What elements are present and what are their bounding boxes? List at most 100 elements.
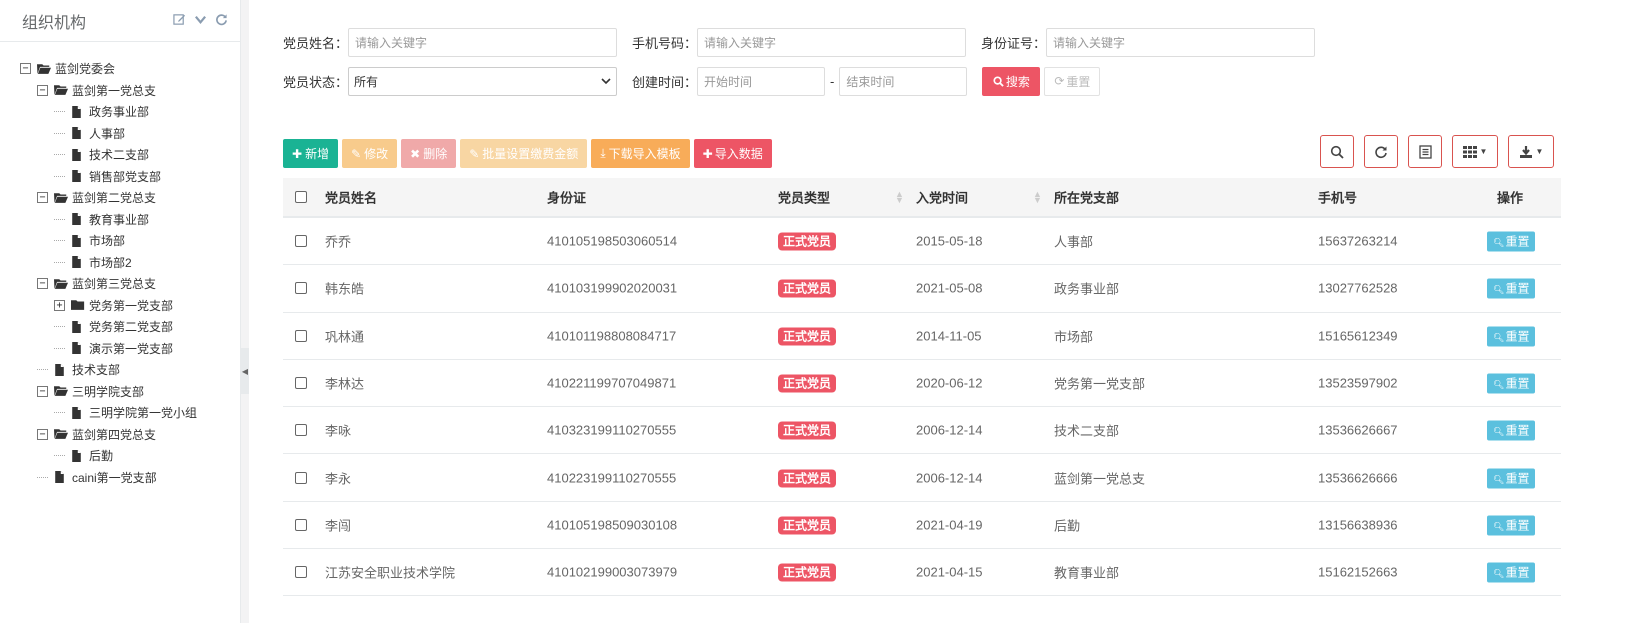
table-row[interactable]: 韩东皓 410103199902020031 正式党员 2021-05-08 政务事业部… xyxy=(283,265,1561,313)
cell-branch-text: 蓝剑第一党总支 xyxy=(1054,471,1146,487)
edit-icon[interactable] xyxy=(173,13,186,29)
table-row[interactable]: 李咏 410323199110270555 正式党员 2006-12-14 技术二支部 1… xyxy=(283,407,1561,455)
reset-password-button[interactable]: 🔍︎重置 xyxy=(1487,326,1536,347)
row-checkbox[interactable] xyxy=(295,471,307,484)
expand-toggle-icon[interactable]: + xyxy=(54,299,65,311)
cell-id-text: 410323199110270555 xyxy=(547,422,677,438)
tree-node[interactable]: − 三明学院支部 xyxy=(20,381,240,403)
phone-input[interactable]: 请输入关键字 xyxy=(697,27,967,57)
row-checkbox[interactable] xyxy=(295,377,307,390)
list-icon xyxy=(1418,144,1432,159)
download-template-button[interactable]: ⤓ 下载导入模板 xyxy=(591,139,690,168)
header-phone[interactable]: 手机号 xyxy=(1318,188,1357,207)
reset-password-button-text: 重置 xyxy=(1505,565,1530,580)
tree-node[interactable]: 市场部2 xyxy=(20,252,240,274)
sidebar-collapse-handle[interactable]: ◀ xyxy=(241,348,249,394)
tree-node[interactable]: − 蓝剑第三党总支 xyxy=(20,273,240,295)
tree-node[interactable]: 销售部党支部 xyxy=(20,166,240,188)
tree-node[interactable]: − 蓝剑第二党总支 xyxy=(20,187,240,209)
reset-password-button[interactable]: 🔍︎重置 xyxy=(1487,515,1536,536)
collapse-toggle-icon[interactable]: − xyxy=(37,278,48,290)
reset-password-button[interactable]: 🔍︎重置 xyxy=(1487,278,1536,299)
row-checkbox[interactable] xyxy=(295,235,307,248)
cell-branch: 技术二支部 xyxy=(1054,421,1119,440)
sort-icon[interactable]: ▲ ▼ xyxy=(895,190,904,205)
header-branch[interactable]: 所在党支部 xyxy=(1054,188,1119,207)
table-row[interactable]: 江苏安全职业技术学院 410102199003073979 正式党员 2021-04-… xyxy=(283,549,1561,597)
import-button[interactable]: ✚ 导入数据 xyxy=(693,139,772,168)
table-refresh-button[interactable] xyxy=(1364,135,1398,168)
status-label: 党员状态： xyxy=(283,74,349,90)
cell-id-text: 410103199902020031 xyxy=(547,280,678,296)
tree-node[interactable]: 三明学院第一党小组 xyxy=(20,402,240,424)
columns-dropdown-button[interactable]: ▼ xyxy=(1452,135,1498,168)
close-icon: ✖ xyxy=(410,146,421,161)
tree-node[interactable]: 教育事业部 xyxy=(20,209,240,231)
header-name[interactable]: 党员姓名 xyxy=(325,188,377,207)
table-row[interactable]: 李永 410223199110270555 正式党员 2006-12-14 蓝剑第一党总… xyxy=(283,454,1561,502)
tree-node[interactable]: − 蓝剑党委会 xyxy=(20,58,240,80)
add-button[interactable]: ✚ 新增 xyxy=(283,139,339,168)
refresh-icon[interactable] xyxy=(215,13,228,29)
caret-down-icon: ▼ xyxy=(1535,147,1544,156)
batch-fee-button[interactable]: ✎ 批量设置缴费金额 xyxy=(460,139,588,168)
tree-node[interactable]: 政务事业部 xyxy=(20,101,240,123)
row-checkbox[interactable] xyxy=(295,424,307,437)
header-type[interactable]: 党员类型 xyxy=(778,188,830,207)
id-input[interactable]: 请输入关键字 xyxy=(1046,27,1316,57)
reset-password-button[interactable]: 🔍︎重置 xyxy=(1487,420,1536,441)
name-input[interactable]: 请输入关键字 xyxy=(348,27,618,57)
edit-button[interactable]: ✎ 修改 xyxy=(342,139,398,168)
tree-node[interactable]: 人事部 xyxy=(20,123,240,145)
cell-id: 410101198808084717 xyxy=(547,328,676,343)
file-icon xyxy=(71,320,85,333)
tree-node[interactable]: − 蓝剑第一党总支 xyxy=(20,80,240,102)
end-time-input[interactable]: 结束时间 xyxy=(839,66,968,96)
chevron-down-icon[interactable] xyxy=(194,13,207,29)
table-row[interactable]: 李闯 410105198509030108 正式党员 2021-04-19 后勤 1315… xyxy=(283,502,1561,550)
key-icon: 🔍︎ xyxy=(1493,237,1505,248)
file-icon xyxy=(71,148,85,161)
tree-node[interactable]: 技术支部 xyxy=(20,359,240,381)
cell-phone-text: 13536626667 xyxy=(1318,422,1398,438)
collapse-toggle-icon[interactable]: − xyxy=(37,84,48,96)
select-all-checkbox[interactable] xyxy=(295,191,307,203)
row-checkbox[interactable] xyxy=(295,566,307,579)
tree-node[interactable]: − 蓝剑第四党总支 xyxy=(20,424,240,446)
collapse-toggle-icon[interactable]: − xyxy=(20,63,31,75)
table-row[interactable]: 乔乔 410105198503060514 正式党员 2015-05-18 人事部 156… xyxy=(283,218,1561,266)
tree-node[interactable]: caini第一党支部 xyxy=(20,467,240,489)
table-search-button[interactable] xyxy=(1320,135,1354,168)
start-time-input[interactable]: 开始时间 xyxy=(697,66,826,96)
refresh-icon xyxy=(1375,145,1387,158)
collapse-toggle-icon[interactable]: − xyxy=(37,385,48,397)
reset-password-button[interactable]: 🔍︎重置 xyxy=(1487,231,1536,252)
tree-node[interactable]: 后勤 xyxy=(20,445,240,467)
row-checkbox[interactable] xyxy=(295,518,307,531)
delete-button[interactable]: ✖ 删除 xyxy=(401,139,457,168)
search-button[interactable]: 搜索 xyxy=(982,66,1041,96)
table-row[interactable]: 李林达 410221199707049871 正式党员 2020-06-12 党务第一党… xyxy=(283,360,1561,408)
tree-node[interactable]: 演示第一党支部 xyxy=(20,338,240,360)
row-checkbox[interactable] xyxy=(295,282,307,295)
header-id[interactable]: 身份证 xyxy=(547,188,586,207)
cell-phone: 13027762528 xyxy=(1318,281,1398,296)
table-row[interactable]: 巩林通 410101198808084717 正式党员 2014-11-05 市场部 15… xyxy=(283,313,1561,360)
collapse-toggle-icon[interactable]: − xyxy=(37,192,48,204)
reset-password-button[interactable]: 🔍︎重置 xyxy=(1487,373,1536,394)
tree-node[interactable]: 技术二支部 xyxy=(20,144,240,166)
toggle-view-button[interactable] xyxy=(1408,135,1442,168)
header-join[interactable]: 入党时间 xyxy=(916,188,968,207)
reset-password-button[interactable]: 🔍︎重置 xyxy=(1487,468,1536,489)
reset-button[interactable]: ⟳ 重置 xyxy=(1044,66,1101,96)
cell-name: 李咏 xyxy=(325,421,351,440)
tree-node[interactable]: + 党务第一党支部 xyxy=(20,295,240,317)
tree-node[interactable]: 党务第二党支部 xyxy=(20,316,240,338)
tree-node[interactable]: 市场部 xyxy=(20,230,240,252)
collapse-toggle-icon[interactable]: − xyxy=(37,428,48,440)
row-checkbox[interactable] xyxy=(295,329,307,342)
export-dropdown-button[interactable]: ▼ xyxy=(1508,135,1554,168)
status-select[interactable]: 所有 xyxy=(348,66,618,96)
sort-icon[interactable]: ▲ ▼ xyxy=(1033,190,1042,205)
reset-password-button[interactable]: 🔍︎重置 xyxy=(1487,562,1536,583)
